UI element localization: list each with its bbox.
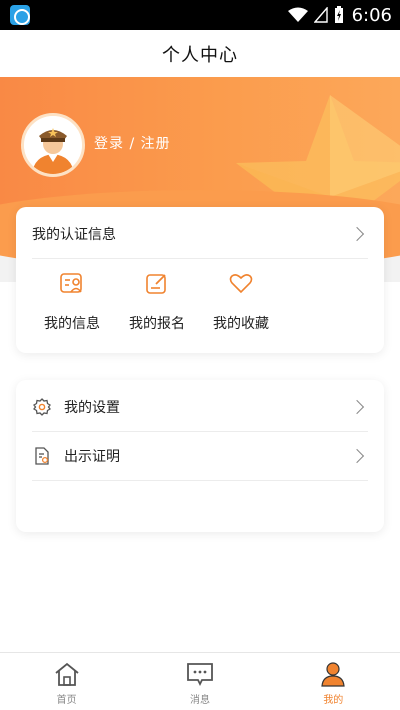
- show-certificate-label: 出示证明: [64, 449, 120, 465]
- nav-messages[interactable]: 消息: [133, 653, 266, 710]
- bottom-nav: 首页 消息 我的: [0, 652, 400, 710]
- settings-card: 我的设置 出示证明: [16, 380, 384, 532]
- my-registration-label: 我的报名: [129, 316, 185, 332]
- wifi-icon: [287, 7, 308, 22]
- status-time: 6:06: [351, 4, 392, 26]
- chevron-right-icon: [349, 448, 365, 464]
- divider: [32, 258, 368, 259]
- auth-info-label: 我的认证信息: [32, 227, 116, 243]
- heart-icon: [229, 274, 253, 294]
- my-info-label: 我的信息: [44, 316, 100, 332]
- nav-messages-label: 消息: [189, 695, 210, 706]
- chevron-right-icon: [349, 226, 365, 242]
- login-register-link[interactable]: 登录 / 注册: [94, 133, 171, 153]
- message-icon: [187, 663, 213, 687]
- page-title: 个人中心: [162, 44, 238, 66]
- nav-home-label: 首页: [56, 695, 77, 706]
- auth-info-row[interactable]: 我的认证信息: [32, 209, 368, 259]
- user-icon: [321, 662, 345, 687]
- my-favorites-label: 我的收藏: [213, 316, 269, 332]
- id-card-icon: [60, 273, 82, 293]
- status-bar: 6:06: [0, 0, 400, 30]
- app-notification-icon: [10, 5, 30, 25]
- nav-mine[interactable]: 我的: [267, 653, 400, 710]
- certificate-icon: [35, 447, 49, 465]
- gear-icon: [33, 398, 51, 416]
- edit-form-icon: [146, 274, 166, 294]
- nav-mine-label: 我的: [323, 695, 344, 706]
- chevron-right-icon: [349, 399, 365, 415]
- my-registration-button[interactable]: 我的报名: [117, 271, 197, 333]
- divider: [32, 480, 368, 481]
- nav-home[interactable]: 首页: [0, 653, 133, 710]
- status-icons: 6:06: [287, 4, 392, 26]
- settings-row[interactable]: 我的设置: [32, 382, 368, 432]
- title-bar: 个人中心: [0, 30, 400, 77]
- my-info-button[interactable]: 我的信息: [32, 271, 112, 333]
- cell-signal-icon: [313, 7, 328, 23]
- avatar[interactable]: [21, 113, 85, 177]
- show-certificate-row[interactable]: 出示证明: [32, 431, 368, 481]
- my-favorites-button[interactable]: 我的收藏: [201, 271, 281, 333]
- home-icon: [55, 662, 79, 686]
- police-officer-avatar: [24, 116, 82, 174]
- settings-label: 我的设置: [64, 400, 120, 416]
- battery-charging-icon: [334, 6, 343, 23]
- auth-card: 我的认证信息 我的信息 我的报名 我的收藏: [16, 207, 384, 353]
